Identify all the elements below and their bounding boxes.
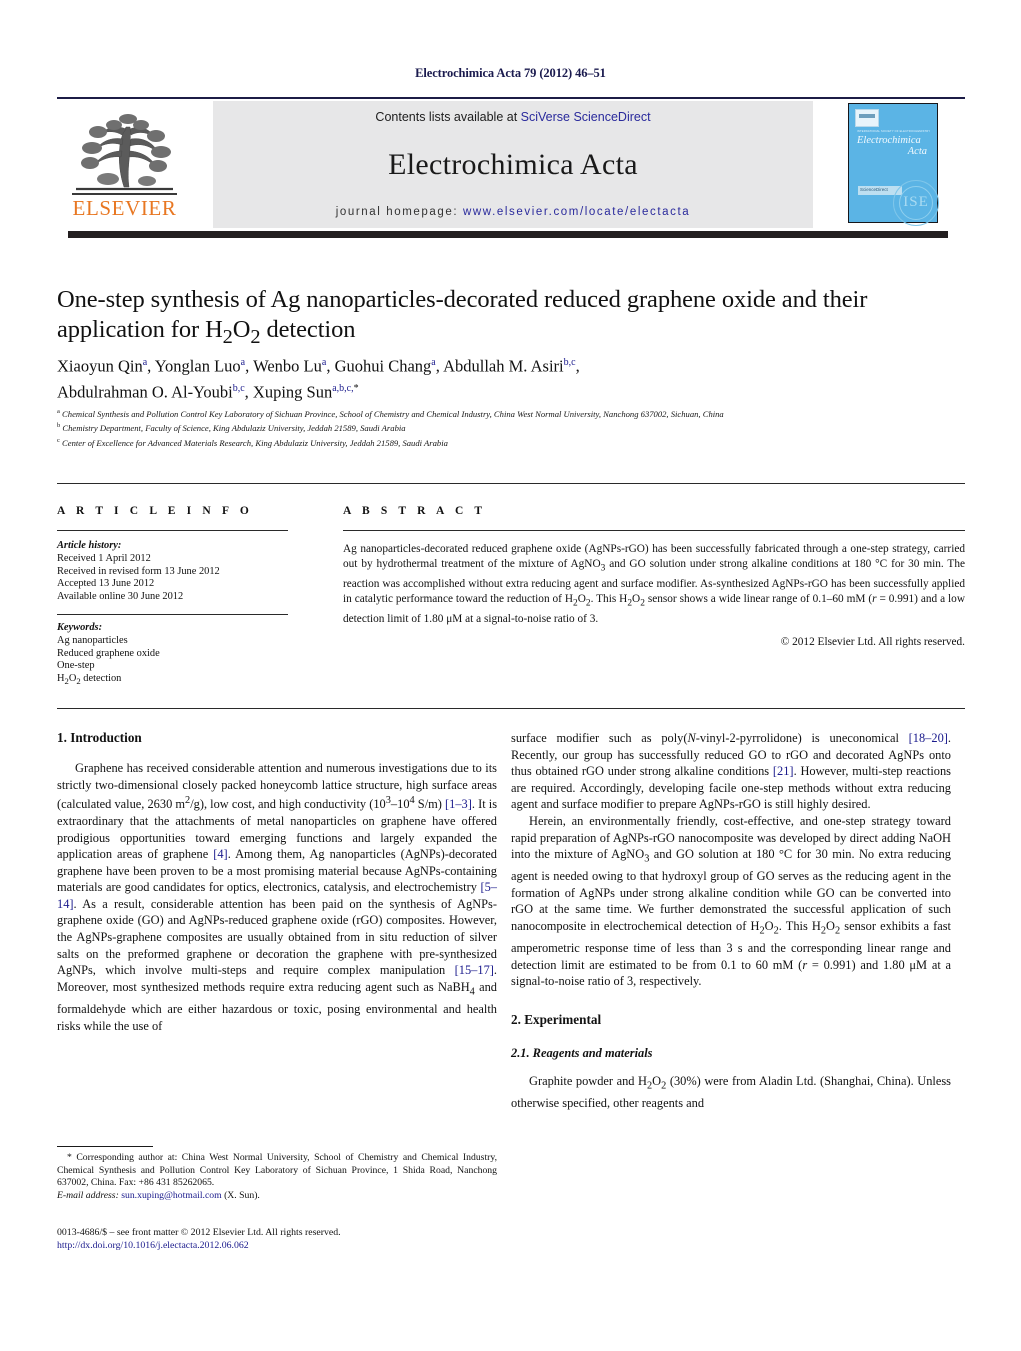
keywords-label: Keywords:	[57, 622, 103, 633]
homepage-prefix: journal homepage:	[335, 206, 463, 218]
doi-link[interactable]: http://dx.doi.org/10.1016/j.electacta.20…	[57, 1239, 527, 1252]
section-heading-introduction: 1. Introduction	[57, 730, 142, 745]
email-suffix: (X. Sun).	[221, 1189, 260, 1201]
history-received: Received 1 April 2012	[57, 552, 151, 564]
email-link[interactable]: sun.xuping@hotmail.com	[121, 1190, 221, 1201]
body-column-right: surface modifier such as poly(N-vinyl-2-…	[511, 730, 951, 1112]
keyword-2: Reduced graphene oxide	[57, 647, 160, 659]
cover-publisher-icon	[855, 109, 879, 127]
keyword-4: H2O2 detection	[57, 673, 122, 687]
affiliation-a: a Chemical Synthesis and Pollution Contr…	[57, 408, 724, 419]
keyword-3: One-step	[57, 660, 95, 672]
body-column-left: 1. Introduction Graphene has received co…	[57, 730, 497, 1034]
paper-page: Electrochimica Acta 79 (2012) 46–51 Cont…	[0, 0, 1021, 1351]
footnote-text: Corresponding author at: China West Norm…	[57, 1152, 498, 1189]
citation-1-3[interactable]: [1–3]	[445, 797, 472, 811]
email-label: E-mail address:	[57, 1189, 119, 1201]
author-list: Xiaoyun Qina, Yonglan Luoa, Wenbo Lua, G…	[57, 356, 580, 402]
page-title: One-step synthesis of Ag nanoparticles-d…	[57, 286, 868, 348]
history-accepted: Accepted 13 June 2012	[57, 578, 155, 590]
contents-list-line: Contents lists available at SciVerse Sci…	[213, 110, 813, 124]
affiliation-a-text: Chemical Synthesis and Pollution Control…	[62, 408, 724, 419]
article-info-heading: A R T I C L E I N F O	[57, 505, 253, 517]
footer-issn-block: 0013-4686/$ – see front matter © 2012 El…	[57, 1226, 527, 1252]
running-head: Electrochimica Acta 79 (2012) 46–51	[415, 66, 606, 80]
abstract-heading: A B S T R A C T	[343, 505, 487, 517]
elsevier-tree-icon	[76, 114, 173, 191]
section-heading-experimental: 2. Experimental	[511, 1011, 602, 1027]
footnote-rule	[57, 1146, 153, 1148]
cover-journal-name: Electrochimica Acta	[857, 135, 933, 157]
affiliation-b: b Chemistry Department, Faculty of Scien…	[57, 422, 406, 434]
journal-homepage-link[interactable]: www.elsevier.com/locate/electacta	[463, 206, 690, 218]
abstract-text: Ag nanoparticles-decorated reduced graph…	[343, 543, 965, 625]
history-online: Available online 30 June 2012	[57, 591, 184, 603]
journal-cover-thumbnail: INTERNATIONAL SOCIETY OF ELECTROCHEMISTR…	[848, 103, 939, 226]
keywords-rule	[57, 614, 288, 615]
keyword-1: Ag nanoparticles	[57, 634, 128, 646]
footnote-star: *	[67, 1152, 72, 1163]
article-history-label: Article history:	[57, 540, 122, 551]
journal-title: Electrochimica Acta	[388, 148, 638, 181]
body-separator-rule	[57, 708, 965, 709]
ise-seal-text: ISE	[903, 194, 929, 210]
subsection-heading-reagents: 2.1. Reagents and materials	[511, 1045, 653, 1060]
citation-15-17[interactable]: [15–17]	[455, 963, 494, 977]
keywords-block: Keywords: Ag nanoparticles Reduced graph…	[57, 622, 307, 688]
issn-line: 0013-4686/$ – see front matter © 2012 El…	[57, 1227, 341, 1238]
corresponding-author-footnote: * Corresponding author at: China West No…	[57, 1152, 497, 1202]
cover-society-line: INTERNATIONAL SOCIETY OF ELECTROCHEMISTR…	[857, 130, 931, 133]
citation-21[interactable]: [21]	[773, 764, 794, 778]
affiliation-c: c Center of Excellence for Advanced Mate…	[57, 436, 448, 448]
elsevier-logo: ELSEVIER	[62, 103, 187, 226]
citation-18-20[interactable]: [18–20]	[909, 731, 948, 745]
intro-paragraph-1-continued: surface modifier such as poly(N-vinyl-2-…	[511, 731, 952, 812]
journal-homepage-line: journal homepage: www.elsevier.com/locat…	[213, 206, 813, 218]
article-info-rule	[57, 530, 288, 531]
header-dark-band	[68, 231, 948, 238]
contents-prefix: Contents lists available at	[375, 110, 521, 124]
citation-5-14[interactable]: [5–14]	[57, 880, 497, 911]
intro-paragraph-2: Herein, an environmentally friendly, cos…	[511, 813, 952, 989]
cover-name-line1: Electrochimica	[857, 135, 921, 146]
abstract-rule	[343, 530, 965, 531]
elsevier-wordmark: ELSEVIER	[72, 196, 177, 220]
article-history-block: Article history: Received 1 April 2012 R…	[57, 540, 307, 604]
history-revised: Received in revised form 13 June 2012	[57, 565, 220, 577]
affiliation-b-text: Chemistry Department, Faculty of Science…	[62, 423, 406, 434]
citation-4[interactable]: [4]	[213, 847, 227, 861]
cover-name-line2: Acta	[907, 146, 927, 157]
affiliation-list: a Chemical Synthesis and Pollution Contr…	[57, 406, 957, 449]
info-separator-rule	[57, 483, 965, 484]
affiliation-c-text: Center of Excellence for Advanced Materi…	[62, 437, 448, 448]
header-top-rule	[57, 97, 965, 99]
cover-sciencedirect-label: ScienceDirect	[860, 187, 888, 192]
sciencedirect-link[interactable]: SciVerse ScienceDirect	[521, 110, 651, 124]
elsevier-logo-rule	[72, 193, 177, 195]
ise-seal-icon: ISE	[893, 180, 939, 226]
abstract-copyright: © 2012 Elsevier Ltd. All rights reserved…	[780, 636, 965, 648]
intro-paragraph-1: Graphene has received considerable atten…	[57, 761, 498, 1033]
experimental-paragraph-1: Graphite powder and H2O2 (30%) were from…	[511, 1073, 951, 1110]
